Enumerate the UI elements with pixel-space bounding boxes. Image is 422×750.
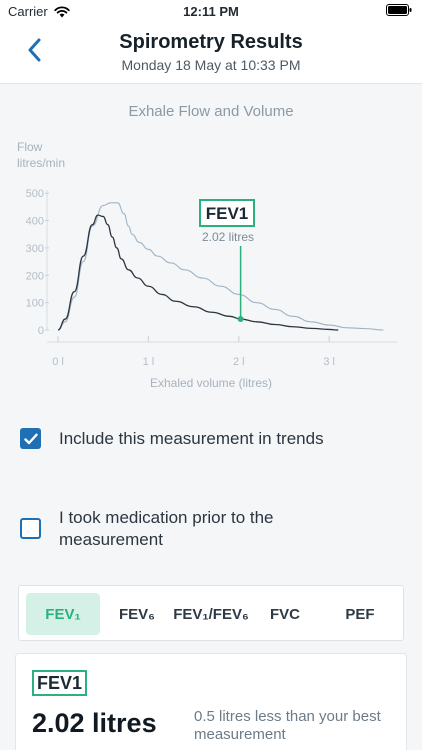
status-bar: Carrier 12:11 PM (0, 0, 422, 22)
metric-tabs: FEV₁ FEV₆ FEV₁/FEV₆ FVC PEF (18, 585, 404, 641)
page-subtitle: Monday 18 May at 10:33 PM (121, 57, 301, 73)
chart-title: Exhale Flow and Volume (128, 103, 294, 120)
series-line-current (57, 214, 339, 331)
y-tick-label: 0 (38, 325, 44, 337)
trends-label: Include this measurement in trends (59, 429, 324, 448)
flow-volume-chart: Flow litres/min 0 100 200 300 400 500 0 l 1 l 2 l 3… (17, 140, 397, 390)
result-value: 2.02 litres (32, 708, 157, 738)
medication-label: I took medication prior to the measureme… (59, 508, 274, 549)
medication-checkbox[interactable] (20, 518, 41, 539)
trends-checkbox[interactable] (20, 428, 41, 449)
fev1-marker-point (237, 316, 244, 323)
y-tick-label: 400 (26, 216, 44, 228)
trends-option[interactable]: Include this measurement in trends (20, 428, 379, 450)
y-axis-label-line1: Flow (17, 140, 43, 154)
medication-option[interactable]: I took medication prior to the measureme… (20, 507, 339, 551)
result-card: FEV1 2.02 litres 0.5 litres less than yo… (15, 653, 407, 750)
x-tick-label: 3 l (323, 356, 335, 368)
y-tick-label: 300 (26, 243, 44, 255)
fev1-badge: FEV1 (32, 670, 88, 696)
nav-bar: Spirometry Results Monday 18 May at 10:3… (0, 22, 422, 84)
page-title: Spirometry Results (119, 31, 303, 53)
fev1-marker-label: FEV1 (206, 204, 249, 223)
y-axis-label-line2: litres/min (17, 156, 65, 170)
tab-fev1-fev6[interactable]: FEV₁/FEV₆ (169, 593, 253, 635)
x-axis-label: Exhaled volume (litres) (150, 376, 272, 390)
tab-fev6[interactable]: FEV₆ (107, 593, 167, 635)
y-tick-label: 500 (26, 188, 44, 200)
y-tick-label: 100 (26, 298, 44, 310)
fev1-marker-value: 2.02 litres (202, 230, 254, 244)
checkmark-icon (23, 433, 38, 444)
x-tick-label: 2 l (233, 356, 245, 368)
x-tick-label: 1 l (143, 356, 155, 368)
battery-icon (386, 4, 412, 16)
x-tick-label: 0 l (52, 356, 64, 368)
tab-fev1[interactable]: FEV₁ (26, 593, 100, 635)
tab-pef[interactable]: PEF (329, 593, 391, 635)
status-time: 12:11 PM (183, 4, 239, 19)
result-comparison: 0.5 litres less than your best measureme… (194, 708, 381, 743)
tab-fvc[interactable]: FVC (257, 593, 313, 635)
y-tick-label: 200 (26, 270, 44, 282)
